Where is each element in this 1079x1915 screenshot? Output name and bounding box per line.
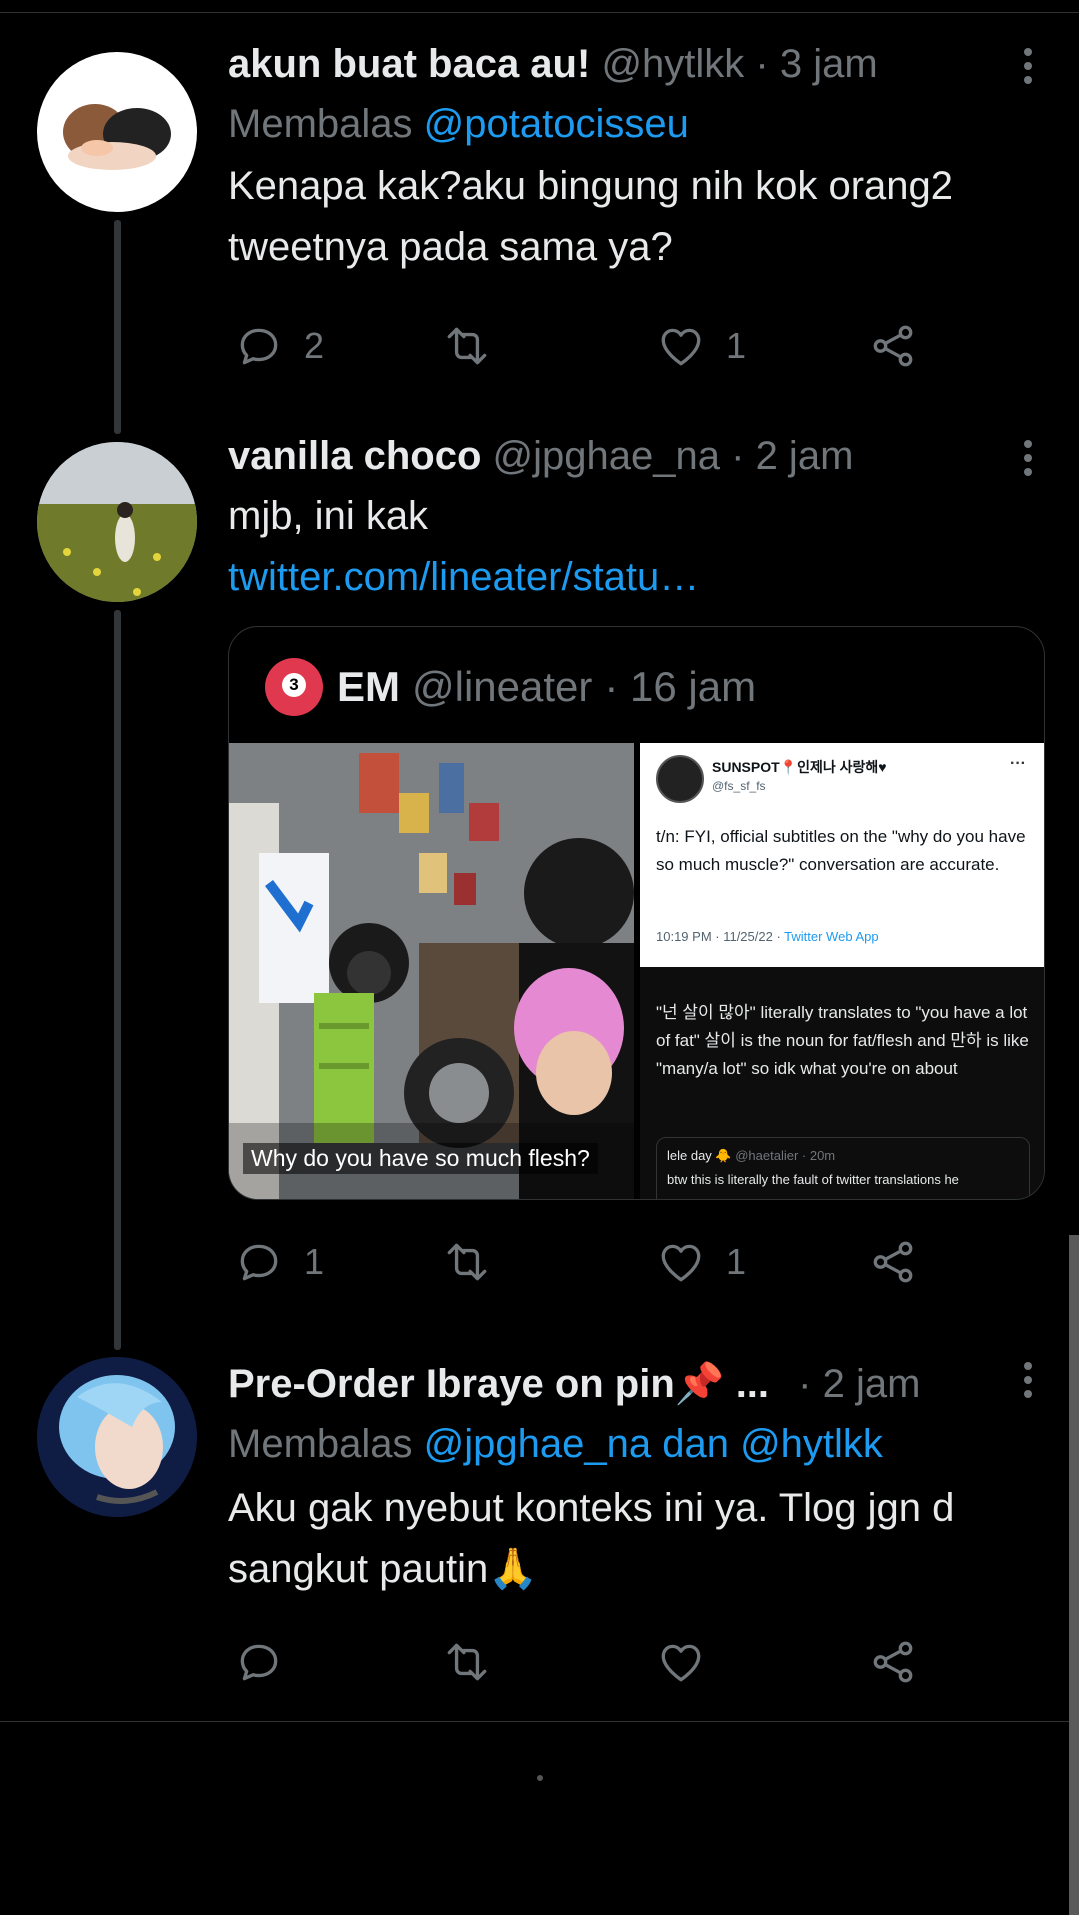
retweet-button[interactable] [442,1232,512,1292]
screenshot-meta-app: Twitter Web App [784,929,879,944]
thread-line [114,610,121,1350]
more-icon[interactable] [1022,48,1034,92]
like-icon [661,1244,701,1282]
timestamp[interactable]: · 2 jam [731,434,853,478]
reply-icon [240,1644,278,1681]
top-divider [0,12,1079,13]
reply-button[interactable]: 1 [234,1232,324,1292]
retweet-button[interactable] [442,1632,512,1692]
quoted-timestamp: · 16 jam [604,663,757,710]
tweet-text-line: Kenapa kak?aku bingung nih kok orang2 [228,164,953,208]
retweet-button[interactable] [442,316,512,376]
quoted-tweet[interactable]: EM @lineater · 16 jam [228,626,1045,1200]
tweet-1[interactable]: akun buat baca au! @hytlkk · 3 jam Memba… [228,40,1048,367]
tweet-text: mjb, ini kak twitter.com/lineater/statu… [228,486,1048,608]
quoted-media-screenshot[interactable]: SUNSPOT📍인제나 사랑해♥ @fs_sf_fs ··· t/n: FYI,… [640,743,1044,1199]
like-button[interactable]: 1 [656,316,746,376]
retweet-icon [447,1243,487,1281]
reply-count: 1 [304,1241,325,1282]
screenshot-quoted-name: lele day 🐥 [667,1148,732,1163]
like-button[interactable] [656,1632,726,1692]
like-icon [661,1644,701,1682]
reply-icon [240,1244,278,1281]
share-icon [873,1241,913,1283]
screenshot-handle: @fs_sf_fs [712,779,766,793]
share-button[interactable] [868,316,918,376]
screenshot-meta-time: 10:19 PM · 11/25/22 · [656,929,785,944]
avatar-hytlkk[interactable] [37,52,197,212]
tweet-text: Kenapa kak?aku bingung nih kok orang2 tw… [228,156,1048,278]
tweet-2[interactable]: vanilla choco @jpghae_na · 2 jam mjb, in… [228,432,1048,608]
video-caption: Why do you have so much flesh? [243,1143,598,1174]
tweet-text-line: sangkut pautin🙏 [228,1547,538,1591]
action-bar: 2 1 [228,316,1048,376]
retweet-icon [447,327,487,365]
reply-mention[interactable]: @potatocisseu [424,102,689,146]
like-icon [661,328,701,366]
tweet-text-line: tweetnya pada sama ya? [228,225,673,269]
quoted-avatar [265,658,323,716]
share-button[interactable] [868,1232,918,1292]
scrollbar[interactable] [1069,1235,1079,1915]
reply-icon [240,328,278,365]
action-bar [228,1632,1048,1692]
like-button[interactable]: 1 [656,1232,746,1292]
screenshot-quoted-handle: @haetalier · 20m [735,1148,836,1163]
like-count: 1 [726,1241,747,1282]
screenshot-quoted-header: lele day 🐥 @haetalier · 20m [667,1148,835,1164]
avatar-jpghae-na[interactable] [37,442,197,602]
screenshot-avatar [656,755,704,803]
screenshot-more-icon: ··· [1010,755,1026,772]
bottom-divider [0,1721,1079,1722]
reply-prefix: Membalas [228,102,413,146]
tweet-3[interactable]: Pre-Order Ibraye on pin📌 ... · 2 jam Mem… [228,1360,1048,1683]
handle[interactable]: @jpghae_na [493,434,720,478]
reply-prefix: Membalas [228,1422,413,1466]
tweet-link[interactable]: twitter.com/lineater/statu… [228,547,1048,608]
screenshot-name: SUNSPOT📍인제나 사랑해♥ [712,759,887,775]
screenshot-body-2: "넌 살이 많아" literally translates to "you h… [656,1003,1029,1078]
display-name[interactable]: akun buat baca au! [228,42,590,86]
tweet-text: Aku gak nyebut konteks ini ya. Tlog jgn … [228,1478,1048,1600]
quoted-media-video-still[interactable]: Why do you have so much flesh? [229,743,634,1199]
thread-line [114,220,121,434]
share-icon [873,1641,913,1683]
share-icon [873,325,913,367]
screenshot-quoted: lele day 🐥 @haetalier · 20m btw this is … [656,1137,1030,1199]
screenshot-quoted-text: btw this is literally the fault of twitt… [667,1172,959,1187]
timestamp[interactable]: · 3 jam [755,42,877,86]
action-bar: 1 1 [228,1232,1048,1292]
tweet-header: Pre-Order Ibraye on pin📌 ... · 2 jam [228,1360,1048,1408]
quoted-tweet-header: EM @lineater · 16 jam [265,657,756,717]
screenshot-tweet-card: SUNSPOT📍인제나 사랑해♥ @fs_sf_fs ··· t/n: FYI,… [640,743,1044,967]
display-name[interactable]: vanilla choco [228,434,481,478]
more-icon[interactable] [1022,1362,1034,1406]
tweet-header: vanilla choco @jpghae_na · 2 jam [228,432,1048,480]
reply-count: 2 [304,325,325,366]
tweet-header: akun buat baca au! @hytlkk · 3 jam [228,40,1048,88]
loading-indicator [537,1775,543,1781]
screenshot-meta: 10:19 PM · 11/25/22 · Twitter Web App [656,929,879,944]
timestamp[interactable]: · 2 jam [798,1362,920,1406]
screenshot-body: t/n: FYI, official subtitles on the "why… [656,827,1026,874]
retweet-icon [447,1643,487,1681]
handle[interactable]: @hytlkk [601,42,744,86]
more-icon[interactable] [1022,440,1034,484]
display-name[interactable]: Pre-Order Ibraye on pin📌 ... [228,1362,769,1406]
tweet-text-line: mjb, ini kak [228,494,429,538]
reply-context: Membalas @jpghae_na dan @hytlkk [228,1418,1048,1470]
tweet-text-line: Aku gak nyebut konteks ini ya. Tlog jgn … [228,1486,955,1530]
quoted-handle: @lineater [412,663,593,710]
like-count: 1 [726,325,747,366]
reply-context: Membalas @potatocisseu [228,98,1048,150]
reply-mentions[interactable]: @jpghae_na dan @hytlkk [424,1422,883,1466]
share-button[interactable] [868,1632,918,1692]
avatar-preorder[interactable] [37,1357,197,1517]
quoted-display-name: EM [337,663,400,710]
reply-button[interactable] [234,1632,304,1692]
reply-button[interactable]: 2 [234,316,324,376]
